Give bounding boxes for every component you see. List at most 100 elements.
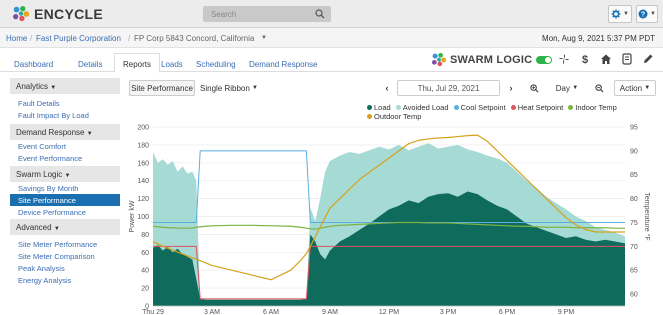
chevron-down-icon: ▼ <box>252 85 258 91</box>
legend-item-avoided-load[interactable]: Avoided Load <box>395 103 449 112</box>
breadcrumb-separator: / <box>128 34 131 43</box>
sidebar-item-savings-by-month[interactable]: Savings By Month <box>10 182 120 194</box>
legend-item-indoor-temp[interactable]: Indoor Temp <box>568 103 617 112</box>
x-tick-label: 9 AM <box>322 309 338 315</box>
sidebar-section-swarm-logic[interactable]: Swarm Logic ▼ <box>10 166 120 182</box>
home-icon <box>601 54 611 64</box>
sidebar-item-energy-analysis[interactable]: Energy Analysis <box>10 274 120 286</box>
chevron-down-icon: ▼ <box>53 226 60 232</box>
sidebar-section-label: Demand Response <box>16 128 85 137</box>
legend-item-load[interactable]: Load <box>367 103 391 112</box>
breadcrumb-company[interactable]: Fast Purple Corporation <box>36 34 121 43</box>
y-left-tick-label: 80 <box>141 232 149 239</box>
legend-swatch <box>568 105 574 110</box>
tab-loads[interactable]: Loads <box>161 54 183 72</box>
y-left-tick-label: 20 <box>141 286 149 293</box>
sidebar-item-site-performance[interactable]: Site Performance <box>10 194 120 206</box>
fan-icon <box>559 54 569 64</box>
y-right-tick-label: 95 <box>630 125 638 132</box>
legend-item-heat-setpoint[interactable]: Heat Setpoint <box>510 103 564 112</box>
fan-button[interactable] <box>558 53 572 67</box>
sidebar-item-site-meter-comparison[interactable]: Site Meter Comparison <box>10 250 120 262</box>
thermostat-button[interactable] <box>621 53 635 67</box>
chart-legend: Load Avoided Load Cool Setpoint Heat Set… <box>367 103 637 121</box>
y-left-tick-label: 120 <box>137 196 149 203</box>
swarm-logic-toggle[interactable]: SWARM LOGIC <box>431 52 553 68</box>
dollar-icon: $ <box>582 54 588 66</box>
next-day-button[interactable]: › <box>502 80 520 96</box>
legend-swatch <box>367 114 372 119</box>
chevron-down-icon: ▼ <box>64 173 71 179</box>
x-tick-label: 9 PM <box>558 309 575 315</box>
period-label: Day <box>555 83 571 93</box>
y-right-tick-label: 70 <box>630 244 638 251</box>
date-value: Thu, Jul 29, 2021 <box>417 83 480 93</box>
sidebar-item-event-comfort[interactable]: Event Comfort <box>10 140 120 152</box>
settings-button[interactable]: ▼ <box>608 5 632 23</box>
search-input[interactable] <box>203 6 313 22</box>
site-performance-chart[interactable]: 0 20 40 60 80 100 120 140 160 180 200 60 65 70 75 80 85 9… <box>128 122 663 315</box>
app-logo[interactable]: ENCYCLE <box>12 6 103 22</box>
sidebar-item-site-meter-performance[interactable]: Site Meter Performance <box>10 238 120 250</box>
edit-button[interactable] <box>642 53 656 67</box>
chevron-down-icon[interactable]: ▼ <box>261 35 267 41</box>
help-button[interactable]: ? ▼ <box>636 5 658 23</box>
site-performance-button[interactable]: Site Performance <box>129 80 195 96</box>
legend-label: Avoided Load <box>402 103 449 112</box>
breadcrumb: Home / Fast Purple Corporation / FP Corp… <box>0 28 663 48</box>
app-name: ENCYCLE <box>34 6 103 22</box>
prev-day-button[interactable]: ‹ <box>378 80 396 96</box>
sidebar-item-peak-analysis[interactable]: Peak Analysis <box>10 262 120 274</box>
home-button[interactable] <box>600 53 614 67</box>
dollar-button[interactable]: $ <box>579 53 593 67</box>
sidebar-section-advanced[interactable]: Advanced ▼ <box>10 219 120 235</box>
site-performance-label: Site Performance <box>131 83 193 93</box>
gear-icon <box>611 9 621 19</box>
y-right-tick-label: 90 <box>630 148 638 155</box>
sidebar-item-event-performance[interactable]: Event Performance <box>10 152 120 164</box>
legend-item-outdoor-temp[interactable]: Outdoor Temp <box>367 112 421 121</box>
legend-label: Outdoor Temp <box>374 112 422 121</box>
y-right-tick-label: 65 <box>630 268 638 275</box>
legend-swatch <box>395 105 401 110</box>
sidebar-item-device-performance[interactable]: Device Performance <box>10 206 120 218</box>
y-left-tick-label: 40 <box>141 268 149 275</box>
sidebar-item-fault-impact[interactable]: Fault Impact By Load <box>10 109 120 121</box>
zoom-in-button[interactable] <box>525 80 543 96</box>
tab-demand-response[interactable]: Demand Response <box>249 54 317 72</box>
swarm-logic-label: SWARM LOGIC <box>450 54 533 66</box>
action-dropdown[interactable]: Action ▼ <box>614 80 656 96</box>
date-picker[interactable]: Thu, Jul 29, 2021 <box>397 80 500 96</box>
sidebar-section-demand-response[interactable]: Demand Response ▼ <box>10 124 120 140</box>
legend-label: Indoor Temp <box>575 103 617 112</box>
sidebar-item-fault-details[interactable]: Fault Details <box>10 97 120 109</box>
ribbon-dropdown[interactable]: Single Ribbon ▼ <box>198 80 260 96</box>
breadcrumb-site[interactable]: FP Corp 5843 Concord, California <box>134 34 254 43</box>
svg-text:?: ? <box>641 12 645 19</box>
search-icon[interactable] <box>315 9 325 19</box>
period-dropdown[interactable]: Day ▼ <box>550 80 584 96</box>
svg-text:$: $ <box>582 54 588 65</box>
thermostat-icon <box>622 53 632 65</box>
y-right-tick-label: 85 <box>630 172 638 179</box>
tab-dashboard[interactable]: Dashboard <box>14 54 53 72</box>
x-tick-label: 3 AM <box>204 309 220 315</box>
breadcrumb-separator: / <box>30 34 33 43</box>
zoom-in-icon <box>529 83 539 93</box>
y-left-tick-label: 60 <box>141 250 149 257</box>
legend-label: Heat Setpoint <box>517 103 564 112</box>
x-tick-label: 6 AM <box>263 309 279 315</box>
sidebar-section-analytics[interactable]: Analytics ▼ <box>10 78 120 94</box>
sidebar-section-label: Analytics <box>16 82 49 91</box>
tab-reports[interactable]: Reports <box>114 53 161 73</box>
legend-item-cool-setpoint[interactable]: Cool Setpoint <box>453 103 506 112</box>
y-left-tick-label: 200 <box>137 125 149 132</box>
zoom-out-button[interactable] <box>590 80 608 96</box>
top-navbar: ENCYCLE ▼ ? ▼ <box>0 0 663 28</box>
tab-details[interactable]: Details <box>78 54 102 72</box>
next-arrow-icon: › <box>509 83 513 93</box>
breadcrumb-home[interactable]: Home <box>6 34 27 43</box>
tab-scheduling[interactable]: Scheduling <box>196 54 236 72</box>
y-right-tick-label: 60 <box>630 292 638 299</box>
swarm-logic-switch[interactable] <box>536 56 553 64</box>
